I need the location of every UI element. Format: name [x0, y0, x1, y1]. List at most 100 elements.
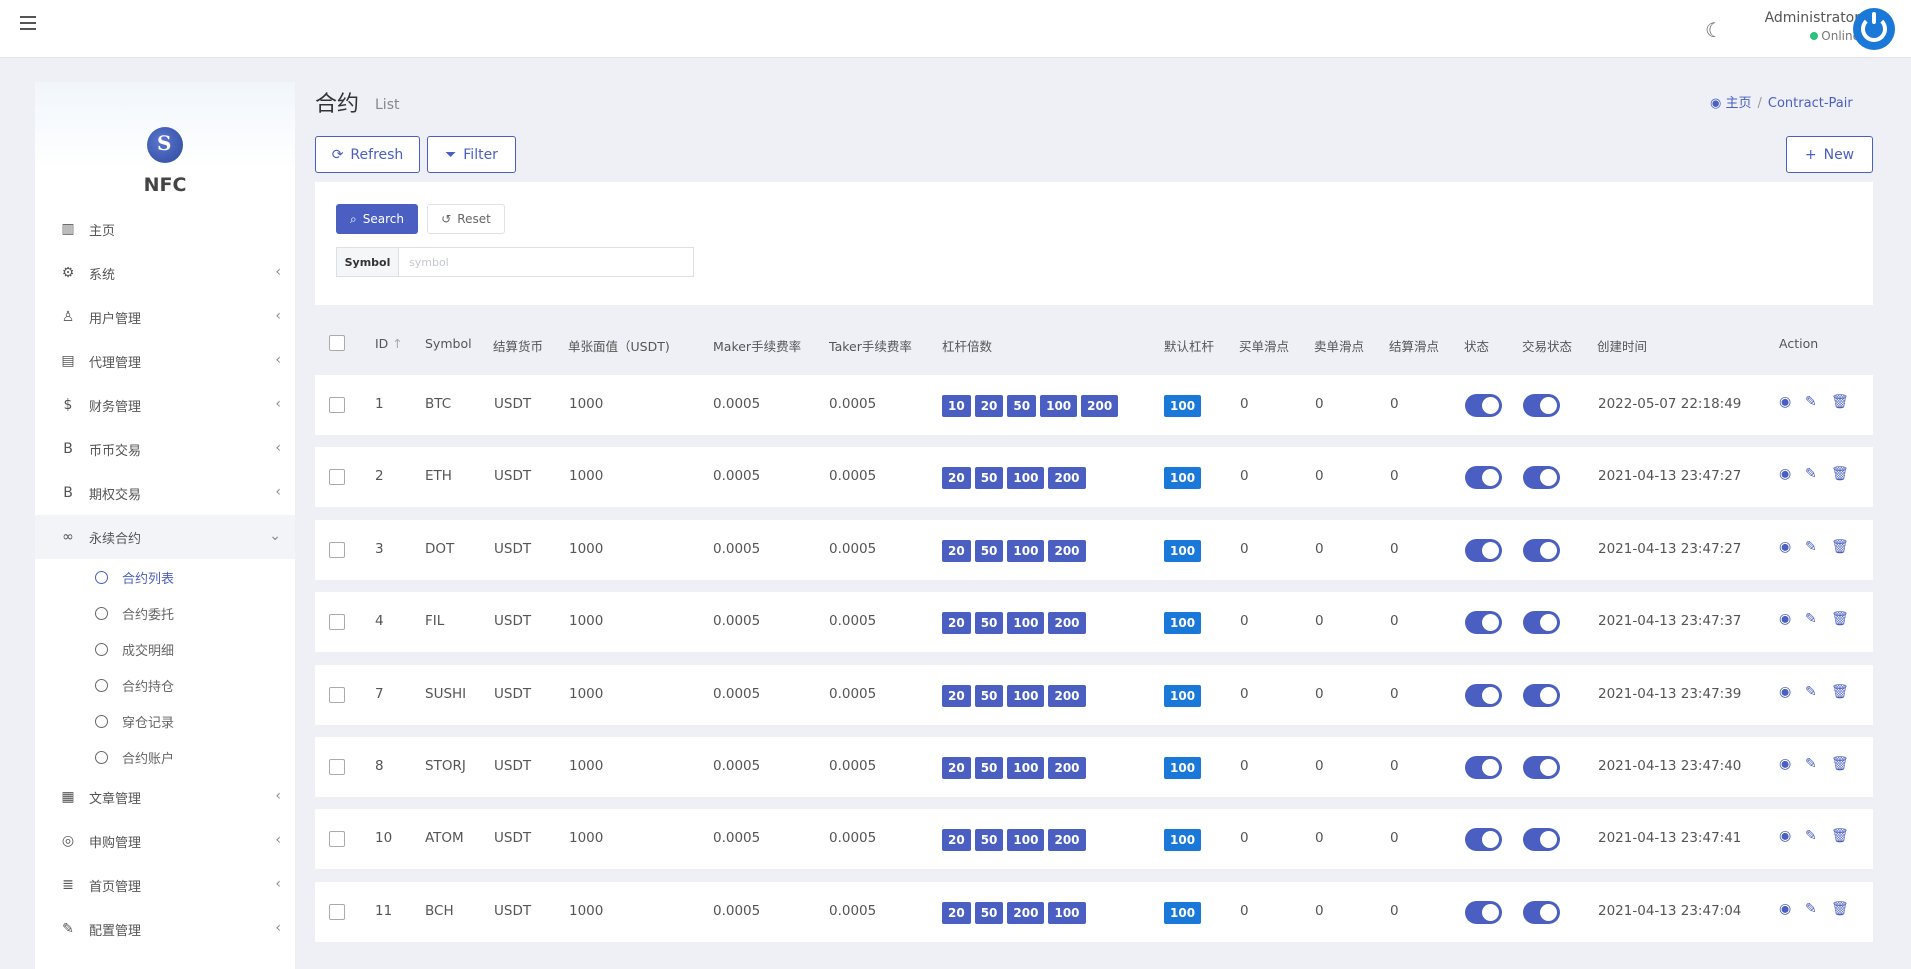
sidebar-subitem[interactable]: 穿仓记录	[35, 703, 295, 739]
row-checkbox[interactable]	[329, 831, 345, 848]
sidebar-subitem[interactable]: 合约委托	[35, 595, 295, 631]
sidebar-item[interactable]: ✎ 配置管理 ‹	[35, 907, 295, 951]
wrench-icon: ✎	[62, 921, 74, 937]
sidebar-subitem[interactable]: 合约账户	[35, 739, 295, 775]
menu-toggle-icon[interactable]	[20, 16, 36, 30]
row-checkbox[interactable]	[329, 541, 345, 558]
sidebar-item[interactable]: ∞ 永续合约 ⌄	[35, 515, 295, 559]
edit-icon[interactable]: ✎	[1805, 684, 1817, 700]
avatar[interactable]	[1853, 8, 1895, 50]
trade-status-toggle[interactable]	[1523, 683, 1560, 707]
sidebar-item[interactable]: ◎ 申购管理 ‹	[35, 819, 295, 863]
sort-up-icon[interactable]: ↑	[392, 336, 402, 351]
trash-icon[interactable]: 🗑	[1831, 828, 1849, 844]
edit-icon[interactable]: ✎	[1805, 756, 1817, 772]
trash-icon[interactable]: 🗑	[1831, 466, 1849, 482]
new-label: New	[1823, 146, 1855, 163]
status-toggle[interactable]	[1465, 900, 1502, 924]
sidebar-subitem[interactable]: 成交明细	[35, 631, 295, 667]
trade-status-toggle[interactable]	[1523, 828, 1560, 852]
status-toggle[interactable]	[1465, 538, 1502, 562]
view-icon[interactable]: ◉	[1779, 394, 1791, 410]
sidebar-item[interactable]: ▤ 代理管理 ‹	[35, 339, 295, 383]
cell-face-value: 1000	[569, 540, 604, 557]
leverage-badges: 20 50 100 200	[942, 539, 1086, 562]
trade-status-toggle[interactable]	[1523, 756, 1560, 779]
sidebar-subitem[interactable]: 合约列表	[35, 559, 295, 595]
trash-icon[interactable]: 🗑	[1831, 901, 1849, 917]
leverage-badge: 200	[1048, 829, 1086, 852]
cell-symbol: STORJ	[425, 758, 466, 774]
bitcoin-icon: B	[63, 441, 73, 457]
col-action: Action	[1779, 336, 1819, 351]
row-checkbox[interactable]	[329, 469, 345, 486]
edit-icon[interactable]: ✎	[1805, 394, 1817, 410]
col-id[interactable]: ID ↑	[375, 336, 403, 351]
status-toggle[interactable]	[1465, 611, 1502, 635]
row-checkbox[interactable]	[329, 759, 345, 775]
status-toggle[interactable]	[1465, 394, 1502, 417]
id-card-icon: ▤	[61, 353, 75, 369]
search-button[interactable]: ⌕ Search	[336, 204, 418, 234]
filter-panel: ⌕ Search ↺ Reset Symbol	[315, 182, 1873, 305]
trade-status-toggle[interactable]	[1523, 611, 1560, 635]
row-checkbox[interactable]	[329, 397, 345, 413]
sidebar-subitem[interactable]: 合约持仓	[35, 667, 295, 703]
trash-icon[interactable]: 🗑	[1831, 539, 1849, 555]
chevron-left-icon: ‹	[275, 352, 281, 368]
view-icon[interactable]: ◉	[1779, 539, 1791, 555]
sidebar-item[interactable]: $ 财务管理 ‹	[35, 383, 295, 427]
edit-icon[interactable]: ✎	[1805, 901, 1817, 917]
newspaper-icon: ▦	[61, 789, 75, 805]
refresh-button[interactable]: ⟳ Refresh	[315, 136, 420, 173]
view-icon[interactable]: ◉	[1779, 684, 1791, 700]
dark-mode-icon[interactable]: ☾	[1705, 18, 1723, 42]
edit-icon[interactable]: ✎	[1805, 539, 1817, 555]
sidebar-item[interactable]: ▦ 文章管理 ‹	[35, 775, 295, 819]
trade-status-toggle[interactable]	[1523, 466, 1560, 490]
leverage-badge: 100	[1007, 757, 1045, 779]
view-icon[interactable]: ◉	[1779, 466, 1791, 482]
leverage-badge: 200	[1048, 539, 1086, 562]
sidebar-item[interactable]: ≣ 首页管理 ‹	[35, 863, 295, 907]
reset-button[interactable]: ↺ Reset	[427, 204, 505, 234]
status-toggle[interactable]	[1465, 683, 1502, 707]
leverage-badges: 10 20 50 100 200	[942, 395, 1119, 417]
view-icon[interactable]: ◉	[1779, 828, 1791, 844]
view-icon[interactable]: ◉	[1779, 611, 1791, 627]
sidebar-item[interactable]: B 期权交易 ‹	[35, 471, 295, 515]
view-icon[interactable]: ◉	[1779, 901, 1791, 917]
status-toggle[interactable]	[1465, 466, 1502, 490]
status-toggle[interactable]	[1465, 756, 1502, 779]
edit-icon[interactable]: ✎	[1805, 466, 1817, 482]
symbol-input[interactable]	[399, 248, 693, 276]
row-checkbox[interactable]	[329, 903, 345, 920]
view-icon[interactable]: ◉	[1779, 756, 1791, 772]
edit-icon[interactable]: ✎	[1805, 828, 1817, 844]
breadcrumb-home[interactable]: 主页	[1725, 96, 1751, 111]
new-button[interactable]: + New	[1786, 136, 1873, 173]
user-info[interactable]: Administrator Online	[1755, 10, 1860, 43]
trade-status-toggle[interactable]	[1523, 900, 1560, 924]
status-toggle[interactable]	[1465, 828, 1502, 852]
trade-status-toggle[interactable]	[1523, 538, 1560, 562]
row-checkbox[interactable]	[329, 614, 345, 631]
filter-button[interactable]: ⏷ Filter	[427, 136, 516, 173]
trash-icon[interactable]: 🗑	[1831, 756, 1849, 772]
trash-icon[interactable]: 🗑	[1831, 611, 1849, 627]
edit-icon[interactable]: ✎	[1805, 611, 1817, 627]
select-all-checkbox[interactable]	[329, 335, 345, 351]
trash-icon[interactable]: 🗑	[1831, 684, 1849, 700]
row-checkbox[interactable]	[329, 686, 345, 703]
cell-buy-slippage: 0	[1240, 685, 1249, 702]
symbol-field-label: Symbol	[337, 248, 399, 276]
sidebar-item[interactable]: ♙ 用户管理 ‹	[35, 295, 295, 339]
cell-symbol: BCH	[425, 902, 454, 919]
trash-icon[interactable]: 🗑	[1831, 394, 1849, 410]
sidebar-item[interactable]: B 币币交易 ‹	[35, 427, 295, 471]
leverage-badge: 20	[942, 757, 971, 779]
trade-status-toggle[interactable]	[1523, 394, 1560, 417]
table-row: 11 BCH USDT 1000 0.0005 0.0005 20 50 200 100 100 0 0…	[315, 881, 1873, 942]
sidebar-item[interactable]: ▥ 主页	[35, 207, 295, 251]
sidebar-item[interactable]: ⚙ 系统 ‹	[35, 251, 295, 295]
